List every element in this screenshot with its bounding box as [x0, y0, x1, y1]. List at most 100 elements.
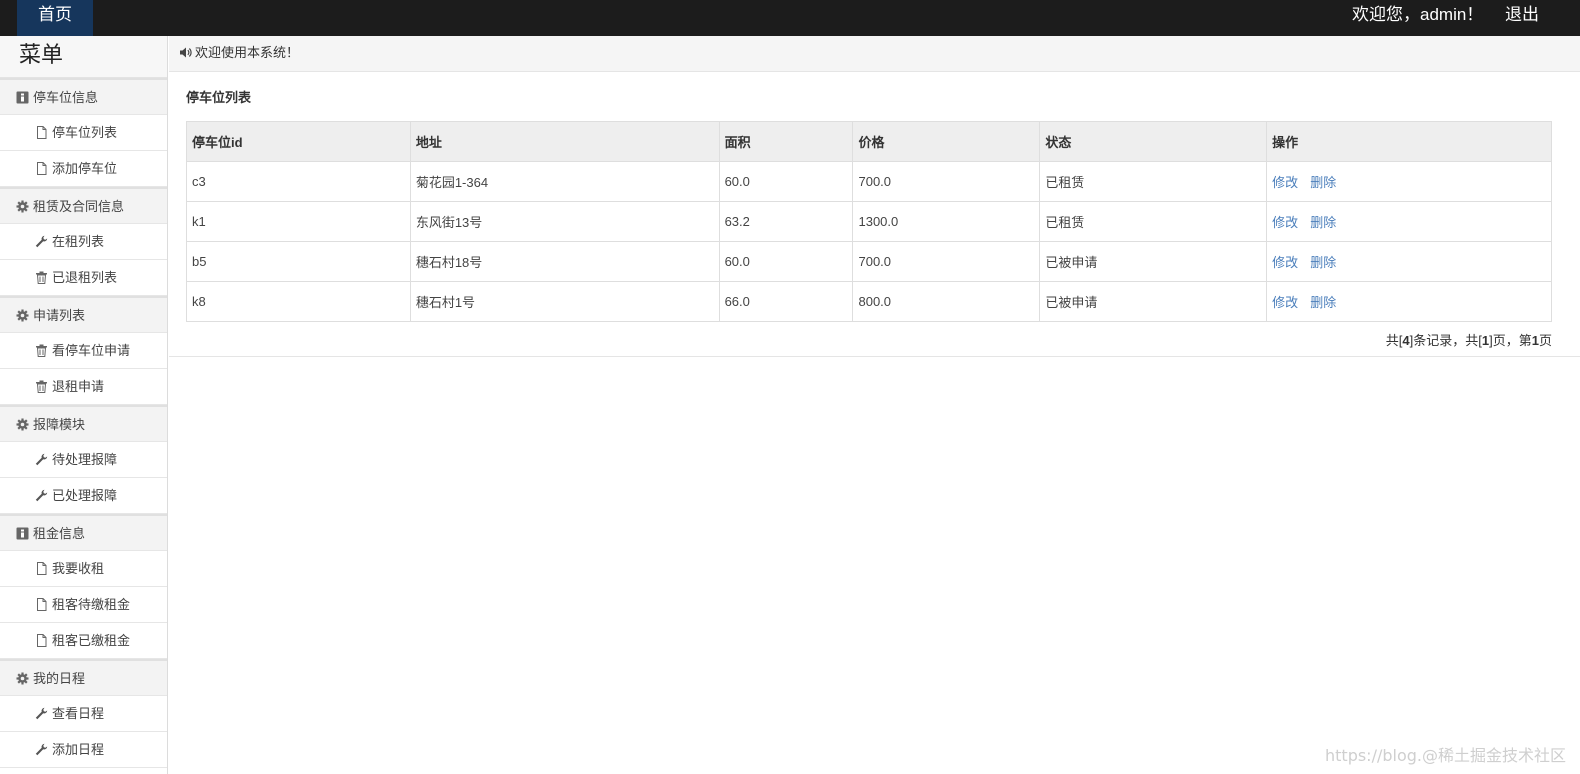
delete-link[interactable]: 删除 — [1310, 175, 1336, 190]
nav-home-tab[interactable]: 首页 — [17, 0, 93, 36]
sidebar-item-label: 退租申请 — [52, 379, 105, 394]
welcome-notice-bar: 欢迎使用本系统！ — [169, 36, 1580, 72]
sidebar-menu: 菜单 停车位信息 停车位列表 添加停车位 租赁及合同信息 在租列表 已退租列表 … — [0, 36, 168, 774]
pager-text: 页 — [1538, 333, 1552, 348]
sidebar-group-fault-reports[interactable]: 报障模块 — [0, 405, 167, 442]
edit-link[interactable]: 修改 — [1272, 175, 1298, 190]
gear-icon — [16, 672, 29, 685]
pager-total-records: 4 — [1402, 333, 1410, 348]
cell-address: 穗石村18号 — [409, 241, 720, 282]
gear-icon — [16, 309, 29, 322]
trash-icon — [35, 344, 48, 357]
cell-status: 已租赁 — [1039, 201, 1268, 242]
sidebar-group-label: 租赁及合同信息 — [33, 199, 125, 214]
cell-price: 700.0 — [852, 161, 1041, 202]
cell-id: k1 — [186, 201, 411, 242]
sidebar-item-add-parking[interactable]: 添加停车位 — [0, 151, 167, 187]
cell-actions: 修改 删除 — [1266, 161, 1552, 202]
file-icon — [35, 598, 48, 611]
cell-id: k8 — [186, 281, 411, 322]
sidebar-item-collect-rent[interactable]: 我要收租 — [0, 551, 167, 587]
table-header-row: 停车位id 地址 面积 价格 状态 操作 — [186, 121, 1552, 162]
sidebar-item-label: 在租列表 — [52, 234, 105, 249]
sidebar-group-label: 我的日程 — [33, 671, 86, 686]
info-icon — [16, 527, 29, 540]
pager-text: 共[ — [1385, 333, 1403, 348]
cell-area: 60.0 — [718, 241, 854, 282]
panel-title: 停车位列表 — [186, 90, 252, 105]
content-divider — [169, 356, 1580, 357]
sidebar-item-ended-lease-list[interactable]: 已退租列表 — [0, 260, 167, 296]
wrench-icon — [35, 743, 48, 756]
edit-link[interactable]: 修改 — [1272, 255, 1298, 270]
sidebar-item-label: 添加停车位 — [52, 161, 118, 176]
sidebar-item-paid-rent[interactable]: 租客已缴租金 — [0, 623, 167, 659]
column-header: 价格 — [852, 121, 1041, 162]
pager-current-page: 1 — [1531, 333, 1539, 348]
column-header: 面积 — [718, 121, 854, 162]
cell-id: b5 — [186, 241, 411, 282]
pagination-info: 共[4]条记录，共[1]页，第1页 — [1386, 330, 1552, 349]
sidebar-item-pending-faults[interactable]: 待处理报障 — [0, 442, 167, 478]
sidebar-item-parking-applications[interactable]: 看停车位申请 — [0, 333, 167, 369]
sidebar-item-parking-list[interactable]: 停车位列表 — [0, 115, 167, 151]
pager-text: ]条记录，共[ — [1409, 333, 1482, 348]
cell-id: c3 — [186, 161, 411, 202]
file-icon — [35, 162, 48, 175]
cell-actions: 修改 删除 — [1266, 201, 1552, 242]
sidebar-group-parking-info[interactable]: 停车位信息 — [0, 78, 167, 115]
sidebar-group-lease-contract[interactable]: 租赁及合同信息 — [0, 187, 167, 224]
table-row: k1 东风街13号 63.2 1300.0 已租赁 修改 删除 — [186, 201, 1552, 242]
edit-link[interactable]: 修改 — [1272, 295, 1298, 310]
table-row: b5 穗石村18号 60.0 700.0 已被申请 修改 删除 — [186, 241, 1552, 282]
sidebar-group-label: 停车位信息 — [33, 90, 99, 105]
column-header: 操作 — [1266, 121, 1552, 162]
column-header: 停车位id — [186, 121, 411, 162]
sidebar-group-applications[interactable]: 申请列表 — [0, 296, 167, 333]
delete-link[interactable]: 删除 — [1310, 215, 1336, 230]
watermark: https://blog.@稀土掘金技术社区 — [1325, 746, 1566, 765]
main-content: 欢迎使用本系统！ 停车位列表 停车位id 地址 面积 价格 状态 操作 c3 菊… — [169, 36, 1580, 774]
sidebar-group-my-schedule[interactable]: 我的日程 — [0, 659, 167, 696]
wrench-icon — [35, 235, 48, 248]
edit-link[interactable]: 修改 — [1272, 215, 1298, 230]
sidebar-item-label: 添加日程 — [52, 742, 105, 757]
sidebar-item-label: 看停车位申请 — [52, 343, 131, 358]
sidebar-item-termination-applications[interactable]: 退租申请 — [0, 369, 167, 405]
delete-link[interactable]: 删除 — [1310, 255, 1336, 270]
sidebar-item-handled-faults[interactable]: 已处理报障 — [0, 478, 167, 514]
delete-link[interactable]: 删除 — [1310, 295, 1336, 310]
parking-space-table: 停车位id 地址 面积 价格 状态 操作 c3 菊花园1-364 60.0 70… — [186, 121, 1552, 322]
trash-icon — [35, 380, 48, 393]
sidebar-item-renting-list[interactable]: 在租列表 — [0, 224, 167, 260]
cell-address: 菊花园1-364 — [409, 161, 720, 202]
cell-price: 1300.0 — [852, 201, 1041, 242]
file-icon — [35, 634, 48, 647]
trash-icon — [35, 271, 48, 284]
info-icon — [16, 91, 29, 104]
logout-link[interactable]: 退出 — [1505, 0, 1539, 30]
cell-price: 700.0 — [852, 241, 1041, 282]
wrench-icon — [35, 707, 48, 720]
cell-price: 800.0 — [852, 281, 1041, 322]
sidebar-item-view-schedule[interactable]: 查看日程 — [0, 696, 167, 732]
file-icon — [35, 126, 48, 139]
welcome-notice-text: 欢迎使用本系统！ — [195, 45, 300, 60]
column-header: 状态 — [1039, 121, 1268, 162]
sidebar-item-add-schedule[interactable]: 添加日程 — [0, 732, 167, 768]
sidebar-item-label: 我要收租 — [52, 561, 105, 576]
cell-area: 66.0 — [718, 281, 854, 322]
sidebar-group-rent-info[interactable]: 租金信息 — [0, 514, 167, 551]
sidebar-group-label: 申请列表 — [33, 308, 86, 323]
gear-icon — [16, 418, 29, 431]
sidebar-item-unpaid-rent[interactable]: 租客待缴租金 — [0, 587, 167, 623]
pager-text: ]页，第 — [1489, 333, 1532, 348]
sidebar-item-label: 查看日程 — [52, 706, 105, 721]
sidebar-item-label: 待处理报障 — [52, 452, 118, 467]
cell-address: 东风街13号 — [409, 201, 720, 242]
welcome-user-text: 欢迎您，admin！ — [1352, 5, 1484, 24]
column-header: 地址 — [409, 121, 720, 162]
sidebar-item-label: 已处理报障 — [52, 488, 118, 503]
sidebar-group-label: 报障模块 — [33, 417, 86, 432]
cell-area: 60.0 — [718, 161, 854, 202]
